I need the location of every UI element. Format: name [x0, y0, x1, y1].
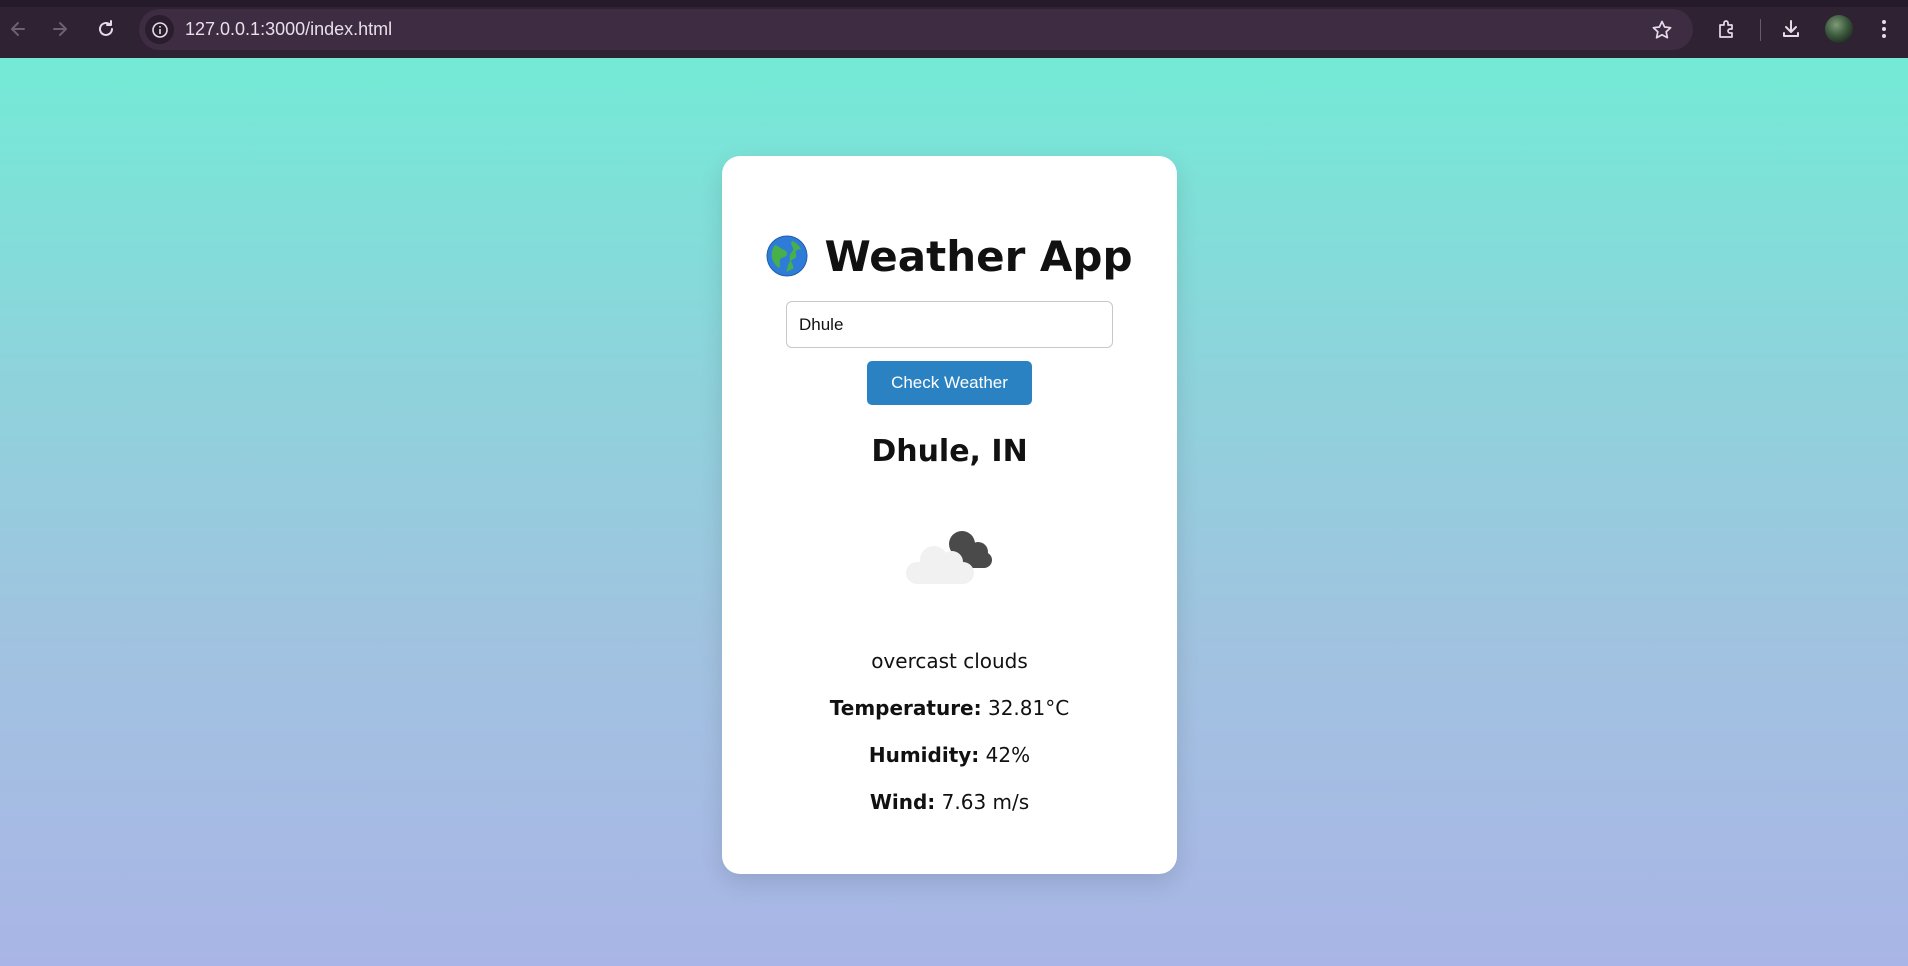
info-icon — [151, 21, 168, 38]
browser-menu-button[interactable] — [1869, 14, 1899, 44]
url-text[interactable]: 127.0.0.1:3000/index.html — [185, 19, 392, 40]
arrow-right-icon — [53, 22, 67, 36]
weather-card: Weather App Check Weather Dhule, IN over… — [722, 156, 1177, 874]
city-search-input[interactable] — [786, 301, 1113, 348]
address-bar[interactable]: 127.0.0.1:3000/index.html — [139, 9, 1693, 50]
page-background: Weather App Check Weather Dhule, IN over… — [0, 58, 1908, 966]
temperature-value: 32.81°C — [987, 696, 1070, 720]
globe-icon — [766, 235, 808, 277]
more-vert-icon — [1882, 20, 1886, 38]
bookmark-button[interactable] — [1649, 17, 1675, 43]
wind-row: Wind: 7.63 m/s — [722, 790, 1177, 814]
weather-description: overcast clouds — [871, 649, 1028, 673]
download-icon — [1783, 20, 1799, 37]
reload-button[interactable] — [91, 14, 121, 44]
tab-strip — [0, 0, 1908, 7]
toolbar-divider — [1760, 19, 1761, 41]
humidity-value: 42% — [985, 743, 1031, 767]
temperature-row: Temperature: 32.81°C — [722, 696, 1177, 720]
wind-label: Wind: — [869, 790, 936, 814]
puzzle-icon — [1719, 20, 1733, 38]
wind-value: 7.63 m/s — [941, 790, 1030, 814]
reload-icon — [99, 20, 113, 36]
site-info-button[interactable] — [145, 15, 174, 44]
arrow-left-icon — [11, 22, 25, 36]
downloads-button[interactable] — [1776, 14, 1806, 44]
app-header: Weather App — [722, 226, 1177, 286]
check-weather-button[interactable]: Check Weather — [867, 361, 1032, 405]
location-heading: Dhule, IN — [871, 434, 1028, 469]
profile-avatar[interactable] — [1825, 15, 1853, 43]
back-button[interactable] — [3, 14, 33, 44]
page-title: Weather App — [824, 231, 1133, 281]
overcast-cloud-icon — [906, 531, 992, 584]
browser-toolbar: 127.0.0.1:3000/index.html — [0, 0, 1908, 58]
humidity-row: Humidity: 42% — [722, 743, 1177, 767]
humidity-label: Humidity: — [868, 743, 980, 767]
temperature-label: Temperature: — [829, 696, 982, 720]
star-icon — [1652, 20, 1672, 39]
extensions-button[interactable] — [1712, 14, 1742, 44]
forward-button[interactable] — [45, 14, 75, 44]
